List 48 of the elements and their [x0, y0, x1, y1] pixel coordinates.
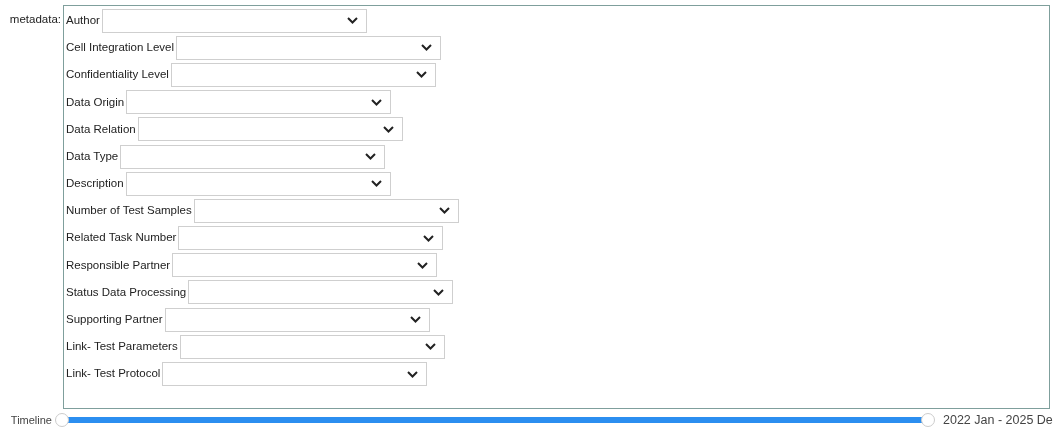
field-label: Confidentiality Level	[66, 67, 169, 83]
field-label: Supporting Partner	[66, 312, 163, 328]
slider-thumb[interactable]	[921, 413, 935, 427]
chevron-down-icon	[438, 207, 450, 215]
chevron-down-icon	[365, 153, 377, 161]
field-label: Data Origin	[66, 94, 125, 110]
range-slider[interactable]	[55, 413, 935, 427]
field-label: Data Relation	[66, 121, 136, 137]
chevron-down-icon	[417, 261, 429, 269]
chevron-down-icon	[407, 370, 419, 378]
dropdown[interactable]	[172, 253, 438, 278]
field-label: Author	[66, 12, 100, 28]
timeline-label: Timeline	[9, 412, 52, 428]
dropdown[interactable]	[176, 35, 442, 60]
dropdown[interactable]	[178, 226, 444, 251]
chevron-down-icon	[370, 180, 382, 188]
dropdown[interactable]	[101, 8, 367, 33]
dropdown[interactable]	[164, 307, 430, 332]
metadata-label: metadata:	[8, 12, 62, 27]
dropdown[interactable]	[137, 117, 403, 142]
dropdown[interactable]	[170, 62, 436, 87]
dropdown[interactable]	[188, 280, 454, 305]
field-label: Responsible Partner	[66, 257, 171, 273]
field-label: Link- Test Parameters	[66, 339, 178, 355]
dropdown[interactable]	[126, 90, 392, 115]
chevron-down-icon	[409, 316, 421, 324]
slider-thumb[interactable]	[55, 413, 69, 427]
field-label: Cell Integration Level	[66, 40, 175, 56]
field-label: Data Type	[66, 148, 119, 164]
field-label: Link- Test Protocol	[66, 366, 161, 382]
field-label: Related Task Number	[66, 230, 177, 246]
field-label: Description	[66, 176, 124, 192]
dropdown[interactable]	[120, 144, 386, 169]
dropdown[interactable]	[179, 334, 445, 359]
dropdown[interactable]	[125, 171, 391, 196]
date-range-label: 2022 Jan - 2025 De	[943, 411, 1053, 429]
chevron-down-icon	[433, 288, 445, 296]
chevron-down-icon	[423, 234, 435, 242]
chevron-down-icon	[382, 125, 394, 133]
chevron-down-icon	[371, 98, 383, 106]
chevron-down-icon	[421, 44, 433, 52]
dropdown[interactable]	[193, 198, 459, 223]
field-label: Number of Test Samples	[66, 203, 192, 219]
chevron-down-icon	[346, 17, 358, 25]
chevron-down-icon	[415, 71, 427, 79]
chevron-down-icon	[424, 343, 436, 351]
dropdown[interactable]	[162, 362, 428, 387]
field-label: Status Data Processing	[66, 284, 187, 300]
